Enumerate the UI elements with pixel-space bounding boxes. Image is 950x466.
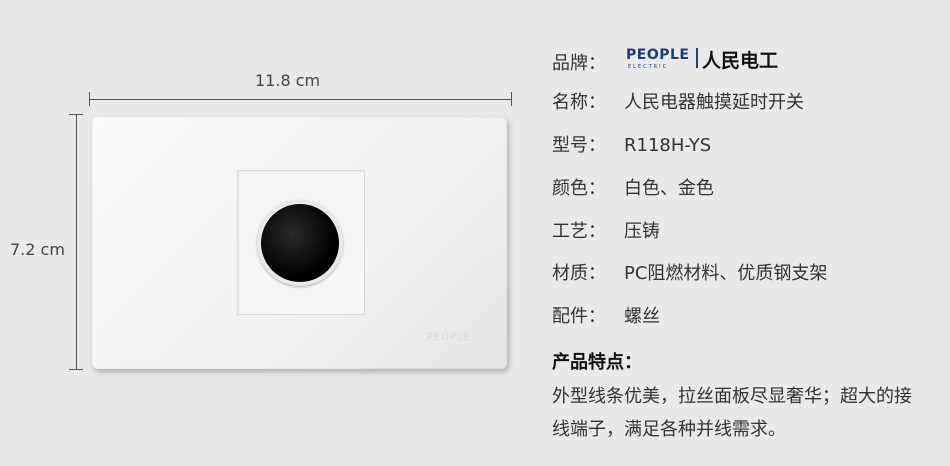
width-dimension-tick-left (89, 92, 90, 106)
spec-label: 配件： (552, 306, 606, 327)
width-dimension-line (89, 99, 512, 100)
switch-plate-image: PEOPLE (92, 117, 507, 369)
spec-label: 材质： (552, 263, 606, 284)
touch-button-glass (261, 204, 339, 282)
spec-row-name: 名称： 人民电器触摸延时开关 (552, 88, 804, 114)
width-dimension-label: 11.8 cm (255, 71, 321, 90)
spec-label: 名称： (552, 92, 606, 113)
touch-button-ring (257, 200, 343, 286)
brand-logo-cn: 人民电工 (702, 50, 779, 72)
height-dimension-tick-bottom (69, 369, 83, 370)
spec-row-brand: 品牌： (552, 49, 624, 75)
brand-logo-en-sub: ELECTRIC (628, 64, 669, 70)
plate-watermark-logo: PEOPLE (426, 332, 471, 343)
height-dimension-tick-top (69, 114, 83, 115)
spec-value: 白色、金色 (624, 178, 714, 199)
spec-value: R118H-YS (624, 135, 712, 156)
spec-value: PC阻燃材料、优质钢支架 (624, 263, 828, 284)
features-title: 产品特点： (552, 352, 642, 373)
spec-row-accessories: 配件： 螺丝 (552, 302, 660, 328)
spec-row-material: 材质： PC阻燃材料、优质钢支架 (552, 259, 827, 285)
spec-value: 螺丝 (624, 306, 660, 327)
features-description: 外型线条优美，拉丝面板尽显奢华；超大的接线端子，满足各种并线需求。 (552, 386, 912, 440)
height-dimension-label: 7.2 cm (10, 240, 65, 259)
spec-label: 工艺： (552, 221, 606, 242)
spec-label: 颜色： (552, 178, 606, 199)
brand-logo-divider (696, 48, 698, 68)
height-dimension-line (76, 114, 77, 370)
spec-label: 型号： (552, 135, 606, 156)
spec-value: 压铸 (624, 221, 660, 242)
brand-logo-en: PEOPLE (626, 47, 690, 63)
spec-row-model: 型号： R118H-YS (552, 131, 711, 157)
spec-row-craft: 工艺： 压铸 (552, 217, 660, 243)
spec-row-color: 颜色： 白色、金色 (552, 174, 714, 200)
spec-label-brand: 品牌： (552, 53, 606, 74)
spec-value: 人民电器触摸延时开关 (624, 92, 804, 113)
width-dimension-tick-right (511, 92, 512, 106)
